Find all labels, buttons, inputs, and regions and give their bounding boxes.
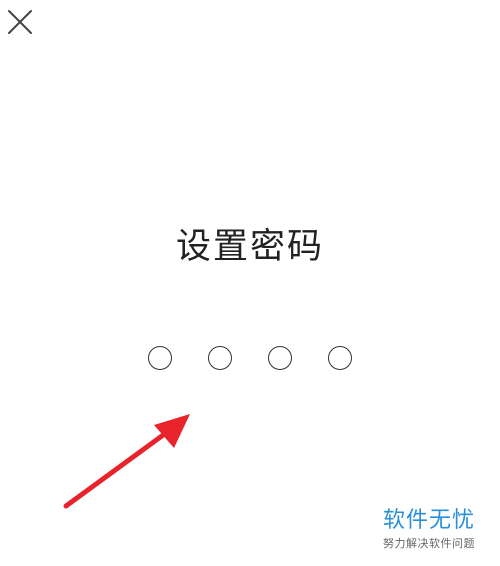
annotation-arrow (63, 414, 190, 509)
pin-digit-4[interactable] (328, 346, 352, 370)
pin-digit-1[interactable] (148, 346, 172, 370)
watermark: 软件无忧 努力解决软件问题 (374, 506, 484, 552)
pin-digit-2[interactable] (208, 346, 232, 370)
pin-input[interactable] (148, 344, 352, 374)
watermark-title: 软件无忧 (382, 508, 475, 533)
pin-digit-3[interactable] (268, 346, 292, 370)
close-button[interactable] (6, 8, 34, 36)
close-icon (8, 10, 32, 34)
watermark-subtitle: 努力解决软件问题 (383, 537, 475, 550)
page-title: 设置密码 (175, 227, 324, 267)
